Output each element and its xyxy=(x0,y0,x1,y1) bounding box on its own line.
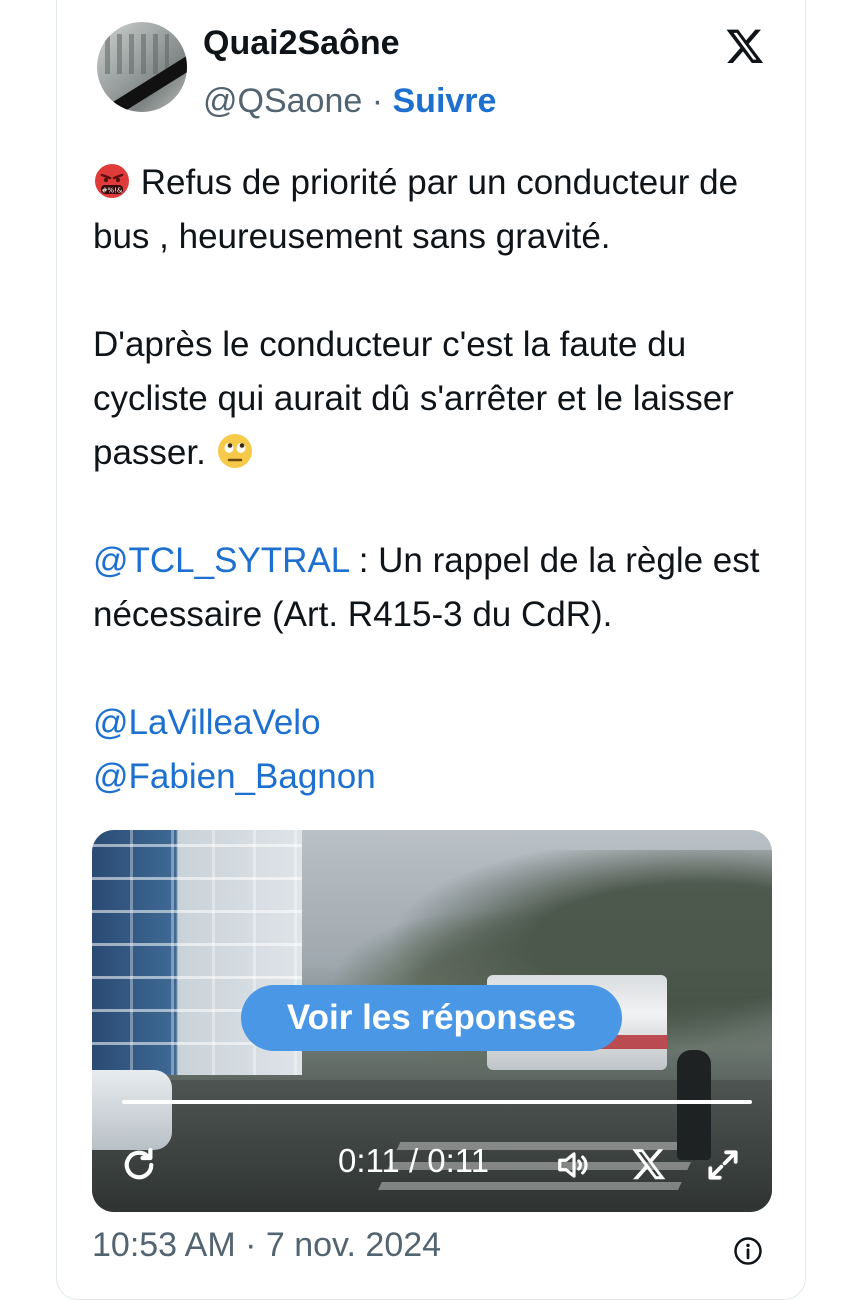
x-logo-icon[interactable] xyxy=(630,1146,668,1182)
x-logo-icon[interactable] xyxy=(724,26,766,66)
volume-icon[interactable] xyxy=(554,1146,594,1184)
author-handle[interactable]: @QSaone xyxy=(203,82,362,120)
tweet-line-1: Refus de priorité par un conducteur de b… xyxy=(93,163,739,256)
author-display-name[interactable]: Quai2Saône xyxy=(203,24,400,63)
video-controls: 0:11 / 0:11 xyxy=(92,1130,772,1200)
video-player[interactable]: Voir les réponses 0:11 / 0:11 xyxy=(92,830,772,1212)
tweet-paragraph-4: @LaVilleaVelo @Fabien_Bagnon xyxy=(93,696,783,804)
fullscreen-icon[interactable] xyxy=(704,1146,742,1184)
video-progress-bar[interactable] xyxy=(122,1100,752,1104)
svg-text:#%!&: #%!& xyxy=(102,187,123,195)
see-replies-button[interactable]: Voir les réponses xyxy=(241,985,622,1051)
tweet-timestamp[interactable]: 10:53 AM · 7 nov. 2024 xyxy=(92,1226,441,1265)
tweet-paragraph-2: D'après le conducteur c'est la faute du … xyxy=(93,318,783,480)
author-handle-row: @QSaone · Suivre xyxy=(203,82,496,121)
mention-fabien-bagnon[interactable]: @Fabien_Bagnon xyxy=(93,757,376,796)
mention-lavilleavelo[interactable]: @LaVilleaVelo xyxy=(93,703,321,742)
avatar[interactable] xyxy=(97,22,187,112)
replay-icon[interactable] xyxy=(118,1144,160,1186)
video-time: 0:11 / 0:11 xyxy=(338,1142,490,1179)
tweet-text: #%!& Refus de priorité par un conducteur… xyxy=(93,156,783,804)
angry-face-icon: #%!& xyxy=(95,164,129,198)
eye-roll-face-icon xyxy=(217,434,252,468)
mention-tcl-sytral[interactable]: @TCL_SYTRAL xyxy=(93,541,349,580)
tweet-paragraph-1: #%!& Refus de priorité par un conducteur… xyxy=(93,156,783,264)
tweet-paragraph-3: @TCL_SYTRAL : Un rappel de la règle est … xyxy=(93,534,783,642)
info-icon[interactable] xyxy=(733,1236,763,1266)
tweet-para-2: D'après le conducteur c'est la faute du … xyxy=(93,325,734,472)
handle-separator: · xyxy=(362,82,393,120)
follow-button[interactable]: Suivre xyxy=(393,82,497,120)
